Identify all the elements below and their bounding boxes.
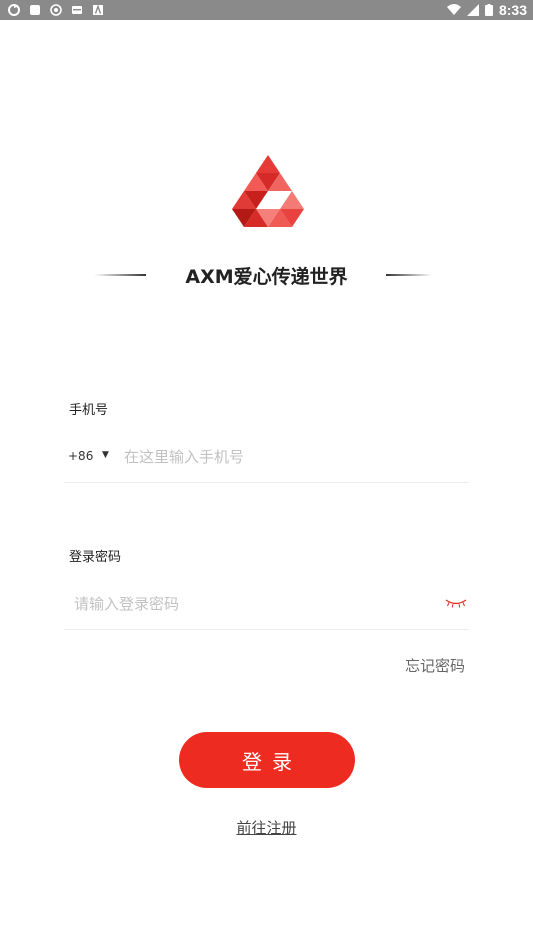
sync-icon bbox=[8, 4, 20, 16]
app-logo-icon bbox=[232, 155, 304, 227]
register-row: 前往注册 bbox=[0, 817, 533, 838]
card-icon bbox=[72, 6, 82, 14]
signal-icon bbox=[466, 4, 479, 16]
status-bar: 8:33 bbox=[0, 0, 533, 20]
battery-icon bbox=[484, 4, 493, 16]
password-field-row bbox=[64, 579, 469, 630]
country-code-caret-icon[interactable]: ▼ bbox=[102, 450, 109, 460]
country-code[interactable]: +86 bbox=[68, 449, 93, 463]
register-link[interactable]: 前往注册 bbox=[236, 819, 296, 837]
status-time: 8:33 bbox=[498, 2, 527, 18]
wifi-icon bbox=[446, 4, 461, 15]
brand-title: AXM爱心传递世界 bbox=[185, 266, 348, 288]
password-label: 登录密码 bbox=[69, 550, 122, 565]
record-icon bbox=[50, 4, 62, 16]
phone-field-row: +86 ▼ bbox=[64, 432, 469, 483]
password-input[interactable] bbox=[74, 593, 434, 615]
login-button[interactable]: 登录 bbox=[179, 732, 355, 788]
brand-heading: AXM爱心传递世界 bbox=[0, 262, 533, 288]
phone-label: 手机号 bbox=[69, 403, 109, 418]
status-bar-notifications bbox=[8, 4, 104, 16]
divider-right bbox=[386, 274, 432, 276]
forgot-password-link[interactable]: 忘记密码 bbox=[405, 655, 465, 676]
status-bar-system: 8:33 bbox=[446, 2, 527, 18]
font-icon bbox=[93, 4, 103, 15]
phone-input[interactable] bbox=[124, 446, 454, 468]
divider-left bbox=[94, 274, 146, 276]
app-icon bbox=[30, 5, 40, 15]
eye-closed-icon[interactable] bbox=[445, 597, 467, 609]
